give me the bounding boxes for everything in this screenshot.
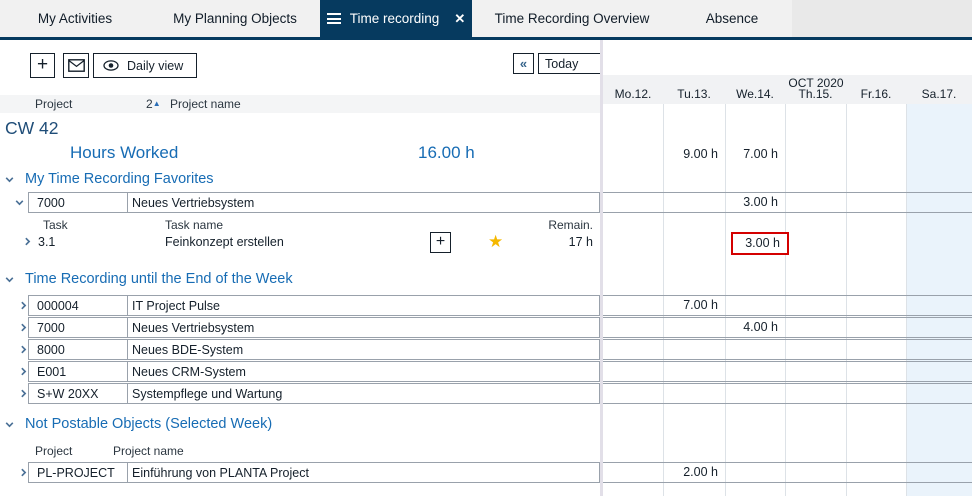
favorite-project-calendar-row [603, 192, 972, 213]
task-name: Feinkonzept erstellen [165, 235, 284, 249]
tab-time-recording-overview[interactable]: Time Recording Overview [472, 0, 672, 37]
project-name-cell: Neues CRM-System [128, 365, 599, 379]
add-booking-button[interactable]: + [430, 232, 451, 253]
message-button[interactable] [63, 53, 89, 78]
add-button[interactable]: + [30, 53, 55, 78]
not-postable-calendar-row [603, 462, 972, 483]
chevron-down-icon[interactable] [14, 197, 25, 208]
selected-time-entry-cell[interactable]: 3.00 h [731, 232, 789, 255]
tab-label: My Planning Objects [173, 11, 297, 26]
envelope-icon [68, 59, 85, 72]
project-code-cell: PL-PROJECT [29, 463, 128, 482]
project-code-cell: E001 [29, 362, 128, 381]
hours-worked-tu: 9.00 h [663, 145, 725, 164]
day-header[interactable]: Mo.12. [603, 87, 663, 102]
previous-period-button[interactable]: « [513, 53, 534, 74]
column-remaining: Remain. [500, 216, 593, 234]
tab-absence[interactable]: Absence [672, 0, 792, 37]
column-project: Project [35, 442, 72, 460]
tab-label: Absence [706, 11, 759, 26]
section-favorites-title[interactable]: My Time Recording Favorites [25, 171, 214, 187]
panel-splitter[interactable] [600, 40, 603, 496]
chevron-down-icon[interactable] [4, 419, 15, 430]
project-calendar-row [603, 317, 972, 338]
today-dropdown[interactable]: Today [538, 53, 601, 74]
project-tu-hours[interactable]: 7.00 h [663, 296, 725, 315]
project-row[interactable]: 8000 Neues BDE-System [28, 339, 600, 360]
tab-bar: My Activities My Planning Objects Time r… [0, 0, 972, 40]
column-project-name: Project name [113, 442, 184, 460]
daily-view-label: Daily view [127, 59, 183, 73]
section-not-postable-title[interactable]: Not Postable Objects (Selected Week) [25, 416, 272, 432]
project-name-cell: Neues Vertriebsystem [128, 196, 599, 210]
not-postable-project-row[interactable]: PL-PROJECT Einführung von PLANTA Project [28, 462, 600, 483]
calendar-day-header: Mo.12. Tu.13. We.14. Th.15. Fr.16. Sa.17… [603, 87, 972, 102]
hours-worked-label: Hours Worked [70, 143, 178, 163]
day-header[interactable]: Tu.13. [663, 87, 725, 102]
close-tab-icon[interactable]: ✕ [454, 11, 465, 27]
project-code-cell: 8000 [29, 340, 128, 359]
tab-my-activities[interactable]: My Activities [0, 0, 150, 37]
project-we-hours[interactable]: 4.00 h [725, 318, 785, 337]
day-header[interactable]: We.14. [725, 87, 785, 102]
project-name-cell: Neues BDE-System [128, 343, 599, 357]
project-name-cell: Neues Vertriebsystem [128, 321, 599, 335]
column-project[interactable]: Project [35, 95, 72, 113]
hamburger-menu-icon[interactable] [327, 13, 341, 24]
project-row[interactable]: E001 Neues CRM-System [28, 361, 600, 382]
day-header[interactable]: Th.15. [785, 87, 846, 102]
hours-worked-total: 16.00 h [418, 143, 475, 163]
plus-icon: + [436, 234, 445, 250]
project-code-cell: 7000 [29, 193, 128, 212]
chevron-down-icon[interactable] [4, 174, 15, 185]
daily-view-button[interactable]: Daily view [93, 53, 197, 78]
project-calendar-row [603, 295, 972, 316]
project-calendar-row [603, 361, 972, 382]
content-area: + Daily view « Today Project 2▲ [0, 40, 972, 496]
left-column-header: Project 2▲ Project name [0, 95, 600, 113]
back-icon: « [520, 56, 527, 71]
project-row[interactable]: S+W 20XX Systempflege und Wartung [28, 383, 600, 404]
project-row[interactable]: 000004 IT Project Pulse [28, 295, 600, 316]
day-header[interactable]: Fr.16. [846, 87, 906, 102]
tab-label: Time recording [350, 11, 440, 26]
sort-ascending-icon: ▲ [153, 99, 161, 108]
today-label: Today [545, 57, 578, 71]
project-name-cell: Systempflege und Wartung [128, 387, 599, 401]
sort-indicator[interactable]: 2▲ [146, 95, 161, 113]
sort-order-number: 2 [146, 97, 153, 111]
time-recording-app: My Activities My Planning Objects Time r… [0, 0, 972, 496]
column-project-name[interactable]: Project name [170, 95, 241, 113]
project-calendar-row [603, 383, 972, 404]
task-remaining-hours: 17 h [520, 235, 593, 249]
day-header[interactable]: Sa.17. [906, 87, 972, 102]
eye-icon [103, 60, 119, 71]
project-code-cell: 000004 [29, 296, 128, 315]
project-code-cell: 7000 [29, 318, 128, 337]
column-task: Task [43, 216, 68, 234]
project-row[interactable]: 7000 Neues Vertriebsystem [28, 317, 600, 338]
project-code-cell: S+W 20XX [29, 384, 128, 403]
task-id: 3.1 [38, 235, 55, 249]
not-postable-tu-hours[interactable]: 2.00 h [663, 463, 725, 482]
favorite-project-we-hours[interactable]: 3.00 h [725, 193, 785, 212]
hours-worked-we: 7.00 h [725, 145, 785, 164]
favorite-project-row[interactable]: 7000 Neues Vertriebsystem [28, 192, 600, 213]
chevron-down-icon[interactable] [4, 274, 15, 285]
calendar-week-label: CW 42 [5, 118, 58, 139]
tab-my-planning-objects[interactable]: My Planning Objects [150, 0, 320, 37]
chevron-right-icon[interactable] [22, 236, 33, 247]
project-name-cell: IT Project Pulse [128, 299, 599, 313]
plus-icon: + [37, 55, 48, 74]
tab-time-recording[interactable]: Time recording ✕ [320, 0, 472, 37]
tab-bar-filler [792, 0, 972, 37]
tab-label: Time Recording Overview [495, 11, 650, 26]
column-task-name: Task name [165, 216, 223, 234]
project-name-cell: Einführung von PLANTA Project [128, 466, 599, 480]
project-calendar-row [603, 339, 972, 360]
section-week-recording-title[interactable]: Time Recording until the End of the Week [25, 271, 293, 287]
tab-label: My Activities [38, 11, 112, 26]
favorite-star-icon[interactable]: ★ [488, 233, 503, 250]
